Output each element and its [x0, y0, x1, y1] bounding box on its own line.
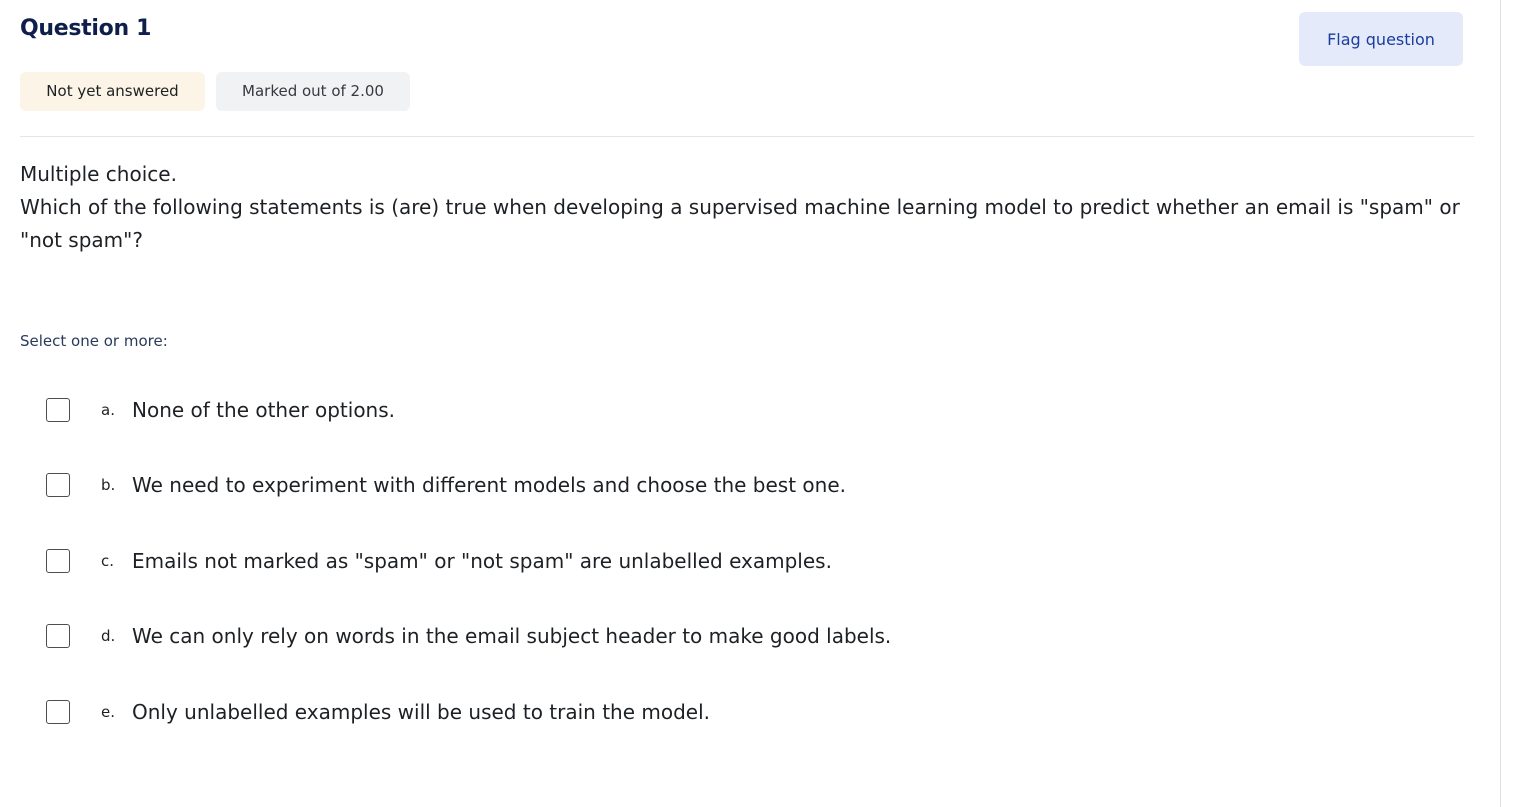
answer-option-a[interactable]: a. None of the other options.	[46, 396, 1246, 424]
flag-question-button[interactable]: Flag question	[1299, 12, 1463, 66]
checkbox-d[interactable]	[46, 624, 70, 648]
checkbox-b[interactable]	[46, 473, 70, 497]
checkbox-c[interactable]	[46, 549, 70, 573]
header-divider	[20, 136, 1474, 137]
quiz-page: Question 1 Flag question Not yet answere…	[0, 0, 1522, 807]
option-letter: a.	[101, 401, 115, 419]
question-state-badge: Not yet answered	[20, 72, 205, 111]
option-letter: d.	[101, 627, 116, 645]
answer-option-e[interactable]: e. Only unlabelled examples will be used…	[46, 698, 1246, 726]
option-letter: c.	[101, 552, 115, 570]
answer-option-d[interactable]: d. We can only rely on words in the emai…	[46, 622, 1246, 650]
option-letter: b.	[101, 476, 116, 494]
page-right-border	[1500, 0, 1501, 807]
checkbox-e[interactable]	[46, 700, 70, 724]
answer-option-b[interactable]: b. We need to experiment with different …	[46, 471, 1246, 499]
question-text: Multiple choice. Which of the following …	[20, 158, 1470, 257]
answer-option-c[interactable]: c. Emails not marked as "spam" or "not s…	[46, 547, 1246, 575]
option-label[interactable]: We need to experiment with different mod…	[132, 473, 846, 497]
option-label[interactable]: Only unlabelled examples will be used to…	[132, 700, 710, 724]
question-type-text: Multiple choice.	[20, 162, 177, 186]
question-body-text: Which of the following statements is (ar…	[20, 195, 1460, 252]
question-title: Question 1	[20, 16, 152, 41]
option-label[interactable]: We can only rely on words in the email s…	[132, 624, 891, 648]
answer-prompt: Select one or more:	[20, 332, 168, 350]
option-label[interactable]: Emails not marked as "spam" or "not spam…	[132, 549, 832, 573]
option-letter: e.	[101, 703, 115, 721]
option-label[interactable]: None of the other options.	[132, 398, 395, 422]
question-grade-badge: Marked out of 2.00	[216, 72, 410, 111]
checkbox-a[interactable]	[46, 398, 70, 422]
